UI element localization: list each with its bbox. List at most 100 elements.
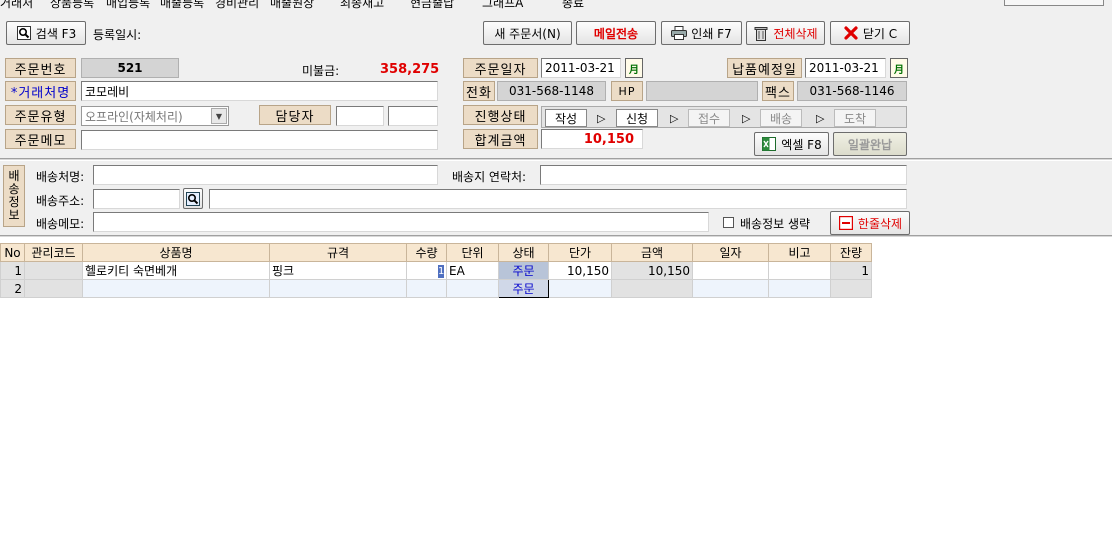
step-write[interactable]: 작성 [545, 109, 587, 127]
cell-qty[interactable]: 1 [406, 261, 447, 280]
close-button-label: 닫기 C [862, 26, 898, 41]
cell-remain[interactable] [830, 279, 872, 298]
cell-spec[interactable]: 핑크 [269, 261, 407, 280]
cell-price[interactable] [548, 279, 612, 298]
menu-item-clients[interactable]: 거래처 [0, 0, 33, 11]
column-header[interactable]: 잔량 [830, 243, 872, 262]
cell-amount[interactable]: 10,150 [611, 261, 693, 280]
order-no-field: 521 [81, 58, 179, 78]
cell-price[interactable]: 10,150 [548, 261, 612, 280]
cell-unit[interactable]: EA [446, 261, 499, 280]
contact-field[interactable] [540, 165, 907, 185]
column-header[interactable]: 상태 [498, 243, 549, 262]
email-send-button[interactable]: 메일전송 [576, 21, 656, 45]
menu-item-graph[interactable]: 그래프A [482, 0, 523, 11]
cell-status[interactable]: 주문 [498, 261, 549, 280]
new-order-button-label: 새 주문서(N) [494, 26, 561, 41]
column-header[interactable]: 상품명 [82, 243, 270, 262]
delivery-date-calendar-icon[interactable]: 月 [890, 58, 908, 78]
cell-product[interactable] [82, 279, 270, 298]
order-type-select[interactable]: 오프라인(자체처리) ▼ [81, 106, 229, 126]
manager-field-1[interactable] [336, 106, 384, 126]
step-arrow-icon: ▷ [597, 111, 606, 125]
cell-no[interactable]: 1 [0, 261, 25, 280]
cell-qty-value[interactable]: 1 [438, 264, 444, 278]
menu-item-exit[interactable]: 종료 [562, 0, 584, 11]
table-row[interactable]: 2 주문 [0, 279, 872, 298]
recipient-label: 배송처명: [36, 170, 85, 184]
menu-right-box[interactable] [1004, 0, 1104, 6]
client-name-field[interactable]: 코모레비 [81, 81, 438, 101]
column-header[interactable]: 일자 [692, 243, 769, 262]
cell-note[interactable] [768, 279, 831, 298]
print-button[interactable]: 인쇄 F7 [661, 21, 742, 45]
chevron-down-icon[interactable]: ▼ [211, 108, 227, 124]
excel-button[interactable]: 엑셀 F8 [754, 132, 829, 156]
column-header[interactable]: No [0, 243, 25, 262]
step-arrive[interactable]: 도착 [834, 109, 876, 127]
shipping-memo-label: 배송메모: [36, 217, 85, 231]
cell-product[interactable]: 헬로키티 숙면베개 [82, 261, 270, 280]
order-date-field[interactable]: 2011-03-21 [541, 58, 621, 78]
cell-code[interactable] [24, 261, 83, 280]
total-amount-label: 합계금액 [463, 129, 538, 149]
menu-item-sales-ledger[interactable]: 매출원장 [270, 0, 314, 11]
omit-shipping-checkbox[interactable] [723, 217, 734, 228]
step-ship[interactable]: 배송 [760, 109, 802, 127]
menu-item-cashbook[interactable]: 현금출납 [410, 0, 454, 11]
delivery-date-field[interactable]: 2011-03-21 [805, 58, 886, 78]
phone-field: 031-568-1148 [497, 81, 606, 101]
shipping-memo-field[interactable] [93, 212, 709, 232]
order-memo-field[interactable] [81, 130, 438, 150]
table-row[interactable]: 1 헬로키티 숙면베개 핑크 1 EA 주문 10,150 10,150 1 [0, 261, 872, 280]
cell-spec[interactable] [269, 279, 407, 298]
address-search-button[interactable] [183, 188, 203, 209]
cell-status[interactable]: 주문 [498, 279, 549, 298]
column-header[interactable]: 금액 [611, 243, 693, 262]
cell-date[interactable] [692, 279, 769, 298]
cell-remain[interactable]: 1 [830, 261, 872, 280]
column-header[interactable]: 단가 [548, 243, 612, 262]
cell-unit[interactable] [446, 279, 499, 298]
omit-shipping-label: 배송정보 생략 [740, 217, 811, 231]
step-apply[interactable]: 신청 [616, 109, 658, 127]
delete-line-button[interactable]: 한줄삭제 [830, 211, 910, 235]
cell-note[interactable] [768, 261, 831, 280]
menu-item-sales[interactable]: 매출등록 [160, 0, 204, 11]
menu-item-purchase[interactable]: 매입등록 [106, 0, 150, 11]
manager-field-2[interactable] [388, 106, 438, 126]
search-icon [16, 25, 32, 41]
order-date-calendar-icon[interactable]: 月 [625, 58, 643, 78]
cell-code[interactable] [24, 279, 83, 298]
zipcode-field[interactable] [93, 189, 180, 209]
step-receive[interactable]: 접수 [688, 109, 730, 127]
cell-amount[interactable] [611, 279, 693, 298]
delete-line-button-label: 한줄삭제 [857, 216, 903, 231]
column-header[interactable]: 규격 [269, 243, 407, 262]
order-type-label: 주문유형 [5, 105, 76, 125]
batch-complete-button-label: 일괄완납 [847, 137, 893, 152]
search-button[interactable]: 검색 F3 [6, 21, 86, 45]
close-icon [843, 25, 859, 41]
cell-date[interactable] [692, 261, 769, 280]
batch-complete-button[interactable]: 일괄완납 [833, 132, 907, 156]
close-button[interactable]: 닫기 C [830, 21, 910, 45]
search-button-label: 검색 F3 [35, 26, 77, 41]
total-amount-field: 10,150 [541, 129, 643, 149]
cell-no[interactable]: 2 [0, 279, 25, 298]
unpaid-amount: 358,275 [380, 62, 440, 77]
cell-qty[interactable] [406, 279, 447, 298]
new-order-button[interactable]: 새 주문서(N) [483, 21, 572, 45]
shipping-tab-char: 보 [8, 208, 20, 222]
menu-item-inventory[interactable]: 최종재고 [340, 0, 384, 11]
column-header[interactable]: 수량 [406, 243, 447, 262]
step-arrow-icon: ▷ [816, 111, 825, 125]
column-header[interactable]: 관리코드 [24, 243, 83, 262]
menu-item-products[interactable]: 상품등록 [50, 0, 94, 11]
recipient-field[interactable] [93, 165, 438, 185]
column-header[interactable]: 비고 [768, 243, 831, 262]
address-field[interactable] [209, 189, 907, 209]
delete-all-button[interactable]: 전체삭제 [746, 21, 825, 45]
menu-item-expenses[interactable]: 경비관리 [215, 0, 259, 11]
column-header[interactable]: 단위 [446, 243, 499, 262]
